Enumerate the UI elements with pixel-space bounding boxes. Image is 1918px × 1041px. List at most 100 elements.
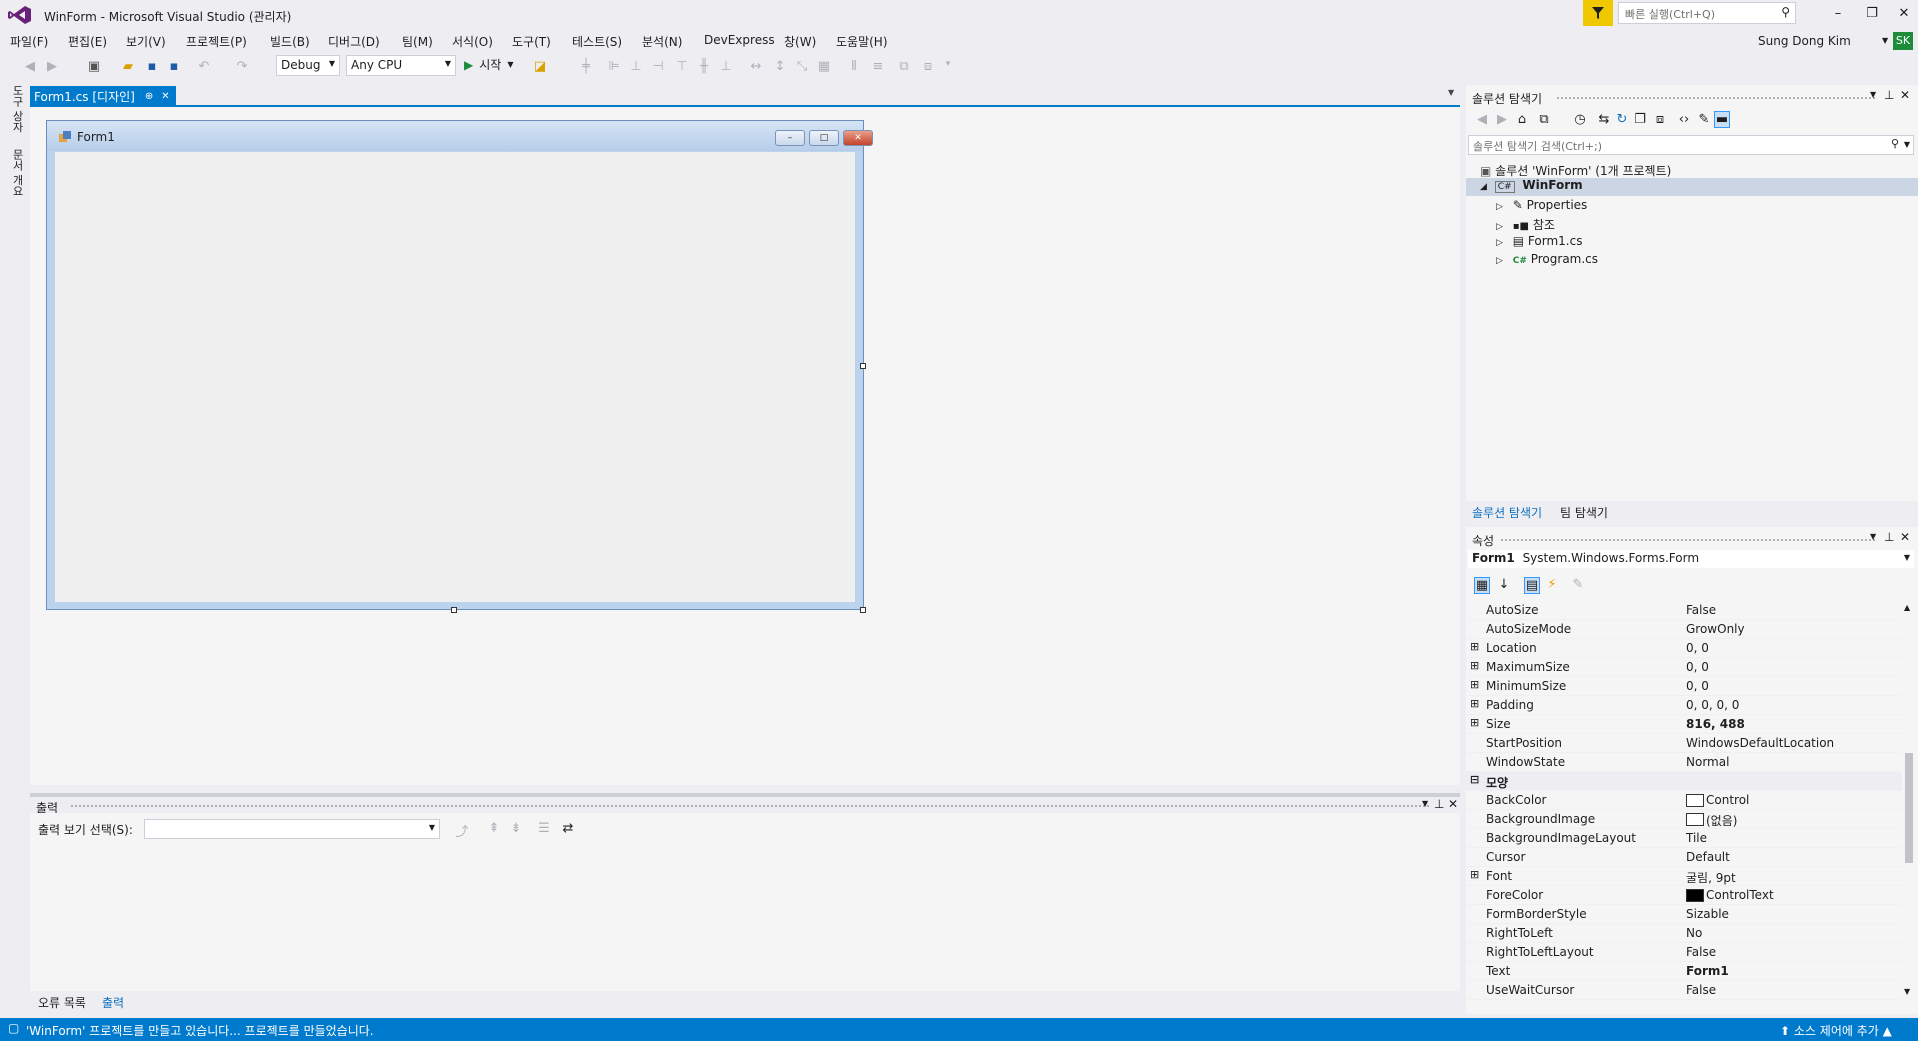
- property-row[interactable]: ⊞ Padding 0, 0, 0, 0: [1466, 696, 1902, 715]
- resize-handle-bottom[interactable]: [451, 607, 457, 613]
- chevron-down-icon[interactable]: ▼: [1870, 90, 1876, 99]
- property-row[interactable]: AutoSize False: [1466, 601, 1902, 620]
- property-value[interactable]: 0, 0: [1686, 679, 1709, 693]
- save-all-icon[interactable]: ▪: [166, 59, 182, 74]
- expand-icon[interactable]: ⊟: [1470, 773, 1479, 786]
- pin-icon[interactable]: ⊕: [145, 91, 153, 102]
- user-name[interactable]: Sung Dong Kim: [1758, 34, 1851, 48]
- find-icon[interactable]: ◪: [532, 59, 548, 74]
- tab-error-list[interactable]: 오류 목록: [38, 994, 86, 1011]
- form-minimize-button[interactable]: –: [775, 130, 805, 146]
- menu-tools[interactable]: 도구(T): [512, 33, 551, 50]
- property-value[interactable]: False: [1686, 983, 1716, 997]
- property-row[interactable]: ⊞ MinimumSize 0, 0: [1466, 677, 1902, 696]
- scroll-up-icon[interactable]: ▲: [1904, 603, 1910, 612]
- property-row[interactable]: ForeColor ControlText: [1466, 886, 1902, 905]
- toolbar-options-icon[interactable]: ▾: [940, 59, 956, 69]
- property-row[interactable]: ⊞ MaximumSize 0, 0: [1466, 658, 1902, 677]
- resize-handle-corner[interactable]: [860, 607, 866, 613]
- switch-views-icon[interactable]: ⧉: [1536, 112, 1552, 127]
- panel-grip[interactable]: [70, 804, 1430, 809]
- back-icon[interactable]: ◀: [22, 59, 38, 74]
- tree-item-references[interactable]: ▷ ▪■ 참조: [1496, 216, 1555, 233]
- show-all-files-icon[interactable]: ⧈: [1652, 112, 1668, 127]
- solution-search-input[interactable]: 솔루션 탐색기 검색(Ctrl+;) ⚲ ▼: [1468, 135, 1914, 155]
- output-source-select[interactable]: ▼: [144, 819, 440, 839]
- property-row[interactable]: BackColor Control: [1466, 791, 1902, 810]
- property-value[interactable]: ControlText: [1706, 888, 1774, 902]
- pin-icon[interactable]: ⊥: [1434, 797, 1444, 811]
- size-to-grid-icon[interactable]: ▦: [816, 59, 832, 74]
- pending-changes-icon[interactable]: ◷: [1572, 112, 1588, 127]
- menu-build[interactable]: 빌드(B): [270, 33, 310, 50]
- property-value[interactable]: 0, 0: [1686, 641, 1709, 655]
- properties-icon[interactable]: ✎: [1696, 112, 1712, 127]
- open-file-icon[interactable]: ▰: [120, 59, 136, 74]
- property-value[interactable]: 굴림, 9pt: [1686, 869, 1736, 886]
- menu-help[interactable]: 도움말(H): [836, 33, 888, 50]
- property-value[interactable]: Control: [1706, 793, 1749, 807]
- property-value[interactable]: Normal: [1686, 755, 1729, 769]
- bring-to-front-icon[interactable]: ⧉: [896, 59, 912, 74]
- events-icon[interactable]: ⚡: [1544, 577, 1560, 592]
- menu-devexpress[interactable]: DevExpress: [704, 33, 775, 47]
- property-row[interactable]: ⊞ Size 816, 488: [1466, 715, 1902, 734]
- previous-message-icon[interactable]: ⇞: [486, 821, 502, 836]
- close-icon[interactable]: ✕: [1900, 530, 1910, 544]
- menu-debug[interactable]: 디버그(D): [328, 33, 380, 50]
- object-selector[interactable]: Form1 System.Windows.Forms.Form ▼: [1468, 550, 1914, 568]
- categorized-icon[interactable]: ▦: [1474, 577, 1490, 594]
- property-value[interactable]: Sizable: [1686, 907, 1729, 921]
- redo-icon[interactable]: ↷: [234, 59, 250, 74]
- property-row[interactable]: RightToLeftLayout False: [1466, 943, 1902, 962]
- property-row[interactable]: Cursor Default: [1466, 848, 1902, 867]
- menu-file[interactable]: 파일(F): [10, 33, 48, 50]
- menu-team[interactable]: 팀(M): [402, 33, 433, 50]
- align-center-icon[interactable]: ⊥: [628, 59, 644, 74]
- close-icon[interactable]: ✕: [1448, 797, 1458, 811]
- sync-icon[interactable]: ⇆: [1596, 112, 1612, 127]
- restore-button[interactable]: ❐: [1858, 4, 1886, 24]
- property-value[interactable]: False: [1686, 603, 1716, 617]
- close-icon[interactable]: ✕: [1900, 88, 1910, 102]
- property-row[interactable]: BackgroundImageLayout Tile: [1466, 829, 1902, 848]
- property-value[interactable]: 816, 488: [1686, 717, 1745, 731]
- tab-team-explorer[interactable]: 팀 탐색기: [1560, 504, 1608, 521]
- close-button[interactable]: ✕: [1890, 4, 1918, 24]
- property-value[interactable]: Form1: [1686, 964, 1729, 978]
- expand-icon[interactable]: ⊞: [1470, 640, 1479, 653]
- properties-scrollbar[interactable]: ▲ ▼: [1902, 603, 1916, 1003]
- view-code-icon[interactable]: ‹›: [1676, 112, 1692, 127]
- property-value[interactable]: WindowsDefaultLocation: [1686, 736, 1834, 750]
- tree-item-program[interactable]: ▷ C# Program.cs: [1496, 252, 1598, 266]
- expand-icon[interactable]: ⊞: [1470, 678, 1479, 691]
- tree-item-properties[interactable]: ▷ ✎ Properties: [1496, 198, 1587, 212]
- form1-window[interactable]: Form1 – □ ✕: [46, 120, 873, 613]
- property-row[interactable]: UseWaitCursor False: [1466, 981, 1902, 1000]
- config-select[interactable]: Debug ▼: [276, 55, 340, 76]
- menu-window[interactable]: 창(W): [784, 33, 816, 50]
- same-height-icon[interactable]: ↕: [772, 59, 788, 74]
- property-value[interactable]: (없음): [1706, 812, 1737, 829]
- forward-icon[interactable]: ▶: [44, 59, 60, 74]
- align-right-icon[interactable]: ⊣: [650, 59, 666, 74]
- scroll-thumb[interactable]: [1905, 753, 1913, 863]
- expand-icon[interactable]: ⊞: [1470, 659, 1479, 672]
- expand-icon[interactable]: ⊞: [1470, 697, 1479, 710]
- refresh-icon[interactable]: ↻: [1614, 112, 1630, 127]
- property-row[interactable]: ⊞ Font 굴림, 9pt: [1466, 867, 1902, 886]
- word-wrap-icon[interactable]: ⇄: [560, 821, 576, 836]
- home-icon[interactable]: ⌂: [1514, 112, 1530, 127]
- alphabetical-icon[interactable]: ↓: [1496, 577, 1512, 592]
- tab-solution-explorer[interactable]: 솔루션 탐색기: [1472, 504, 1542, 521]
- property-row[interactable]: RightToLeft No: [1466, 924, 1902, 943]
- pin-icon[interactable]: ⊥: [1884, 530, 1894, 544]
- tab-output[interactable]: 출력: [102, 994, 124, 1011]
- property-value[interactable]: GrowOnly: [1686, 622, 1745, 636]
- property-category[interactable]: ⊟ 모양: [1466, 772, 1902, 791]
- same-size-icon[interactable]: ⤡: [794, 59, 810, 74]
- align-bottom-icon[interactable]: ⊥: [718, 59, 734, 74]
- back-icon[interactable]: ◀: [1474, 112, 1490, 127]
- align-middle-icon[interactable]: ╫: [696, 59, 712, 74]
- property-value[interactable]: 0, 0: [1686, 660, 1709, 674]
